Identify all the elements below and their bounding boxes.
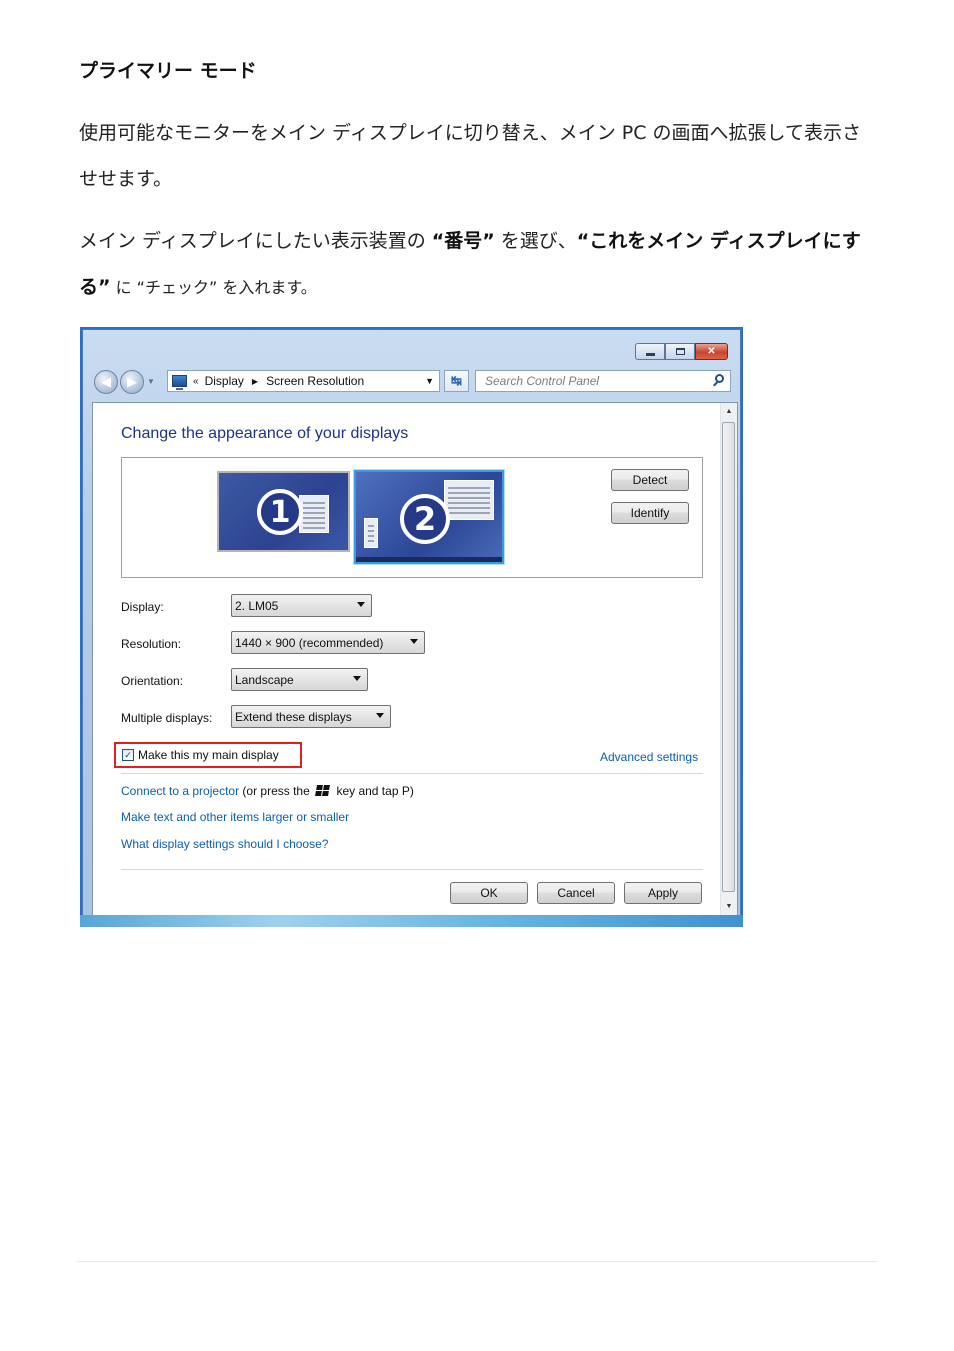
advanced-settings-link[interactable]: Advanced settings [600,750,698,764]
chevron-down-icon [353,676,361,681]
resolution-label: Resolution: [121,637,182,651]
monitor-1-number: 1 [257,489,303,535]
refresh-icon: ↹ [451,373,462,388]
breadcrumb-arrow-icon[interactable]: ▶ [252,377,258,386]
address-bar[interactable]: « Display ▶ Screen Resolution ▼ [167,370,440,392]
cancel-button[interactable]: Cancel [537,882,615,904]
multiple-displays-label: Multiple displays: [121,711,213,725]
ok-button[interactable]: OK [450,882,528,904]
forward-arrow-icon: ▶ [127,374,137,389]
multiple-displays-select[interactable]: Extend these displays [231,705,391,728]
page-title: プライマリー モード [79,60,257,82]
connect-projector-link[interactable]: Connect to a projector [121,784,239,798]
chevron-down-icon [410,639,418,644]
monitor-1[interactable]: 1 [217,471,350,552]
minimize-icon [645,352,655,356]
display-select[interactable]: 2. LM05 [231,594,372,617]
close-icon: ✕ [707,346,716,357]
instruction-text-3: に “チェック” を入れます。 [110,278,317,297]
address-dropdown-icon[interactable]: ▼ [425,376,434,386]
orientation-label: Orientation: [121,674,184,688]
search-icon[interactable] [715,374,724,383]
vertical-scrollbar[interactable]: ▲ ▼ [720,403,737,915]
monitor-arrangement-panel: 1 2 Detect Identify [121,457,703,578]
identify-button[interactable]: Identify [611,502,689,524]
maximize-button[interactable] [665,343,695,360]
text-size-link[interactable]: Make text and other items larger or smal… [121,810,349,824]
projector-hint-end: key and tap P) [333,784,414,798]
monitor-2-taskbar [356,557,502,562]
monitor-2-small-window-icon [364,518,378,548]
help-link[interactable]: What display settings should I choose? [121,837,328,851]
breadcrumb-display[interactable]: Display [205,374,244,388]
instruction-text-1: メイン ディスプレイにしたい表示装置の [79,230,432,252]
minimize-button[interactable] [635,343,665,360]
back-arrow-icon: ◀ [101,374,111,389]
resolution-select-value: 1440 × 900 (recommended) [235,635,384,650]
scroll-thumb[interactable] [722,422,735,892]
control-panel-icon [172,375,187,390]
display-select-value: 2. LM05 [235,598,279,613]
instruction-number-emphasis: “番号” [431,230,495,252]
display-label: Display: [121,600,164,614]
content-heading: Change the appearance of your displays [121,425,409,442]
multiple-displays-select-value: Extend these displays [235,709,352,724]
breadcrumb-overflow-icon[interactable]: « [193,376,199,387]
monitor-2[interactable]: 2 [354,470,504,564]
screen-resolution-window: ✕ ◀ ▶ ▼ « Display ▶ Screen Resolution ▼ … [80,327,743,927]
chevron-down-icon [376,713,384,718]
page-footer-rule [77,1261,877,1262]
monitor-2-number: 2 [400,494,450,544]
window-frame: ✕ ◀ ▶ ▼ « Display ▶ Screen Resolution ▼ … [82,329,741,927]
orientation-select-value: Landscape [235,672,294,687]
intro-paragraph: 使用可能なモニターをメイン ディスプレイに切り替え、メイン PC の画面へ拡張し… [79,122,861,190]
forward-button[interactable]: ▶ [120,370,144,394]
scroll-up-icon[interactable]: ▲ [721,403,737,420]
divider [121,773,703,774]
search-placeholder: Search Control Panel [485,374,600,388]
apply-button[interactable]: Apply [624,882,702,904]
chevron-down-icon [357,602,365,607]
detect-button[interactable]: Detect [611,469,689,491]
main-display-checkbox[interactable]: ✓ [122,749,134,761]
window-controls: ✕ [635,343,728,360]
content-area: Change the appearance of your displays 1… [92,402,738,916]
recent-pages-dropdown-icon[interactable]: ▼ [147,377,155,386]
main-display-highlight: ✓ Make this my main display [114,742,302,768]
instruction-text-2: を選び、 [494,230,577,252]
projector-line: Connect to a projector (or press the key… [121,784,414,798]
scroll-down-icon[interactable]: ▼ [721,898,737,915]
resolution-select[interactable]: 1440 × 900 (recommended) [231,631,425,654]
orientation-select[interactable]: Landscape [231,668,368,691]
instruction-paragraph: メイン ディスプレイにしたい表示装置の “番号” を選び、“これをメイン ディス… [79,218,879,311]
refresh-button[interactable]: ↹ [444,370,469,392]
monitor-2-window-icon [444,480,494,520]
close-button[interactable]: ✕ [695,343,728,360]
projector-hint-start: (or press the [239,784,314,798]
desktop-strip [80,915,743,927]
breadcrumb-screen-resolution[interactable]: Screen Resolution [266,374,364,388]
footer-divider [121,869,703,870]
main-display-label[interactable]: Make this my main display [138,748,279,762]
back-button[interactable]: ◀ [94,370,118,394]
windows-logo-icon [315,785,331,796]
monitor-1-window-icon [299,495,329,533]
search-input[interactable]: Search Control Panel [475,370,731,392]
maximize-icon [675,348,685,355]
